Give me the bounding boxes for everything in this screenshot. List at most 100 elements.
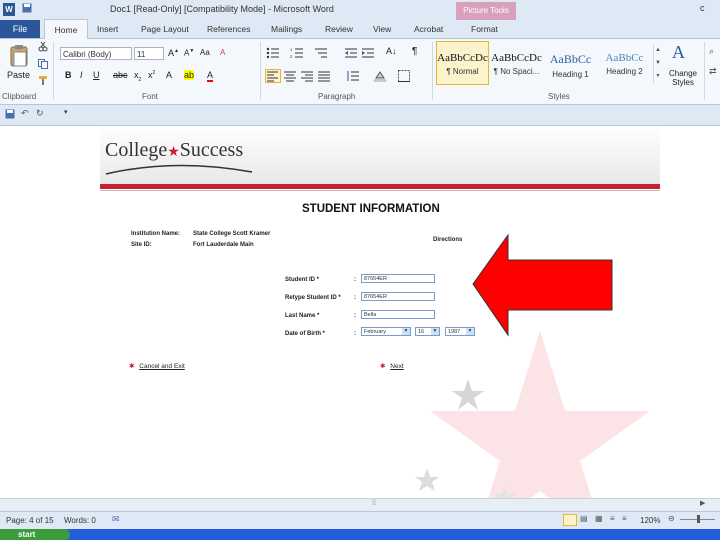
style-normal[interactable]: AaBbCcDc ¶ Normal: [436, 41, 489, 85]
text-effects-icon[interactable]: A: [166, 70, 172, 80]
web-layout-icon[interactable]: ▦: [595, 514, 603, 523]
paste-button[interactable]: Paste: [7, 70, 30, 80]
font-name-dropdown[interactable]: Calibri (Body): [60, 47, 132, 60]
tab-file[interactable]: File: [0, 20, 40, 38]
customize-qat-icon[interactable]: ▾: [64, 108, 68, 116]
zoom-level[interactable]: 120%: [640, 516, 660, 525]
sort-icon[interactable]: A↓: [386, 46, 397, 56]
draft-view-icon[interactable]: ≡: [622, 514, 627, 523]
dob-month-select[interactable]: February ▼: [361, 327, 411, 336]
strikethrough-icon[interactable]: abc: [113, 70, 128, 80]
replace-icon[interactable]: ⇄: [709, 66, 717, 77]
tab-mailings[interactable]: Mailings: [271, 24, 302, 34]
cut-icon[interactable]: [38, 41, 48, 54]
borders-icon[interactable]: [398, 70, 410, 84]
zoom-slider-thumb[interactable]: [697, 515, 700, 523]
font-color-icon[interactable]: A: [207, 70, 214, 82]
copy-icon[interactable]: [38, 59, 48, 71]
show-marks-icon[interactable]: ¶: [412, 46, 417, 57]
word-count[interactable]: Words: 0: [64, 516, 96, 525]
styles-group-label: Styles: [548, 92, 570, 101]
underline-icon[interactable]: U: [93, 70, 100, 80]
horizontal-scrollbar[interactable]: [0, 498, 720, 511]
numbering-icon[interactable]: 12: [290, 47, 304, 61]
proofing-icon[interactable]: ✉: [112, 514, 120, 525]
tab-format[interactable]: Format: [471, 24, 498, 34]
outline-view-icon[interactable]: ≡: [610, 514, 615, 523]
style-name: Heading 2: [606, 67, 643, 76]
taskbar: [0, 529, 720, 540]
dob-day-value: 16: [418, 329, 425, 335]
style-preview: AaBbCcDc: [491, 52, 542, 64]
decrease-indent-icon[interactable]: [345, 47, 357, 61]
window-controls[interactable]: c: [700, 3, 705, 13]
start-button[interactable]: start: [0, 529, 70, 540]
change-styles-icon[interactable]: A: [672, 42, 685, 63]
redo-icon[interactable]: ↻: [36, 108, 44, 119]
institution-value: State College Scott Kramer: [193, 231, 271, 237]
tab-review[interactable]: Review: [325, 24, 353, 34]
word-app-icon[interactable]: W: [3, 3, 15, 16]
tab-home[interactable]: Home: [44, 19, 88, 40]
change-styles-button[interactable]: Change Styles: [664, 69, 702, 87]
dob-month-value: February: [364, 329, 387, 335]
shading-icon[interactable]: [373, 70, 387, 84]
next-link[interactable]: ✱ Next: [380, 362, 404, 370]
find-icon[interactable]: ⌕: [709, 46, 714, 57]
tab-acrobat[interactable]: Acrobat: [414, 24, 443, 34]
highlight-icon[interactable]: ab: [184, 70, 195, 80]
bullets-icon[interactable]: [266, 47, 280, 61]
justify-icon[interactable]: [318, 70, 330, 84]
italic-icon[interactable]: I: [80, 70, 83, 80]
site-label: Site ID:: [131, 242, 152, 248]
dob-label: Date of Birth *: [285, 331, 326, 337]
picture-tools-context: Picture Tools: [456, 2, 516, 20]
dob-year-value: 1987: [448, 329, 461, 335]
subscript-icon[interactable]: x2: [134, 70, 141, 83]
zoom-out-icon[interactable]: ⊖: [668, 514, 675, 523]
full-screen-view-icon[interactable]: ▤: [580, 514, 588, 523]
quick-access-toolbar: [0, 105, 720, 126]
print-layout-icon[interactable]: [563, 514, 577, 526]
align-left-icon[interactable]: [265, 69, 281, 83]
increase-indent-icon[interactable]: [362, 47, 374, 61]
style-preview: AaBbCc: [605, 52, 644, 64]
tab-view[interactable]: View: [373, 24, 391, 34]
undo-icon[interactable]: ↶: [21, 108, 29, 119]
logo-star-icon: ★: [167, 145, 180, 160]
bold-icon[interactable]: B: [65, 70, 72, 80]
shrink-font-icon[interactable]: A▼: [184, 48, 194, 58]
retype-student-id-input[interactable]: 87654ER: [361, 292, 435, 301]
style-name: ¶ No Spaci...: [493, 67, 540, 76]
clear-formatting-icon[interactable]: A: [220, 48, 225, 57]
last-name-input[interactable]: Bella: [361, 310, 435, 319]
align-center-icon[interactable]: [284, 70, 296, 84]
save-icon[interactable]: [5, 109, 15, 121]
directions-link[interactable]: Directions: [433, 237, 462, 243]
tab-references[interactable]: References: [207, 24, 250, 34]
superscript-icon[interactable]: x2: [148, 70, 155, 80]
save-icon[interactable]: [22, 3, 32, 15]
paste-icon[interactable]: [8, 44, 30, 70]
style-heading-2[interactable]: AaBbCc Heading 2: [598, 41, 651, 85]
logo-swoosh: [104, 164, 254, 178]
chevron-down-icon: ▼: [431, 328, 439, 335]
scroll-thumb-grip[interactable]: ⁞⁞: [372, 500, 376, 507]
font-size-dropdown[interactable]: 11: [134, 47, 164, 60]
style-heading-1[interactable]: AaBbCc Heading 1: [544, 41, 597, 85]
student-id-input[interactable]: 87654ER: [361, 274, 435, 283]
cancel-exit-link[interactable]: ✱ Cancel and Exit: [129, 362, 185, 370]
line-spacing-icon[interactable]: [346, 70, 360, 84]
page-indicator[interactable]: Page: 4 of 15: [6, 516, 54, 525]
format-painter-icon[interactable]: [38, 75, 48, 87]
align-right-icon[interactable]: [301, 70, 313, 84]
tab-insert[interactable]: Insert: [97, 24, 118, 34]
change-case-icon[interactable]: Aa: [200, 48, 210, 57]
dob-day-select[interactable]: 16 ▼: [415, 327, 440, 336]
styles-scroll-icon[interactable]: ▲ ▼ ▾: [653, 44, 662, 84]
grow-font-icon[interactable]: A▲: [168, 48, 179, 58]
tab-page-layout[interactable]: Page Layout: [141, 24, 189, 34]
style-no-spacing[interactable]: AaBbCcDc ¶ No Spaci...: [490, 41, 543, 85]
scroll-right-icon[interactable]: ▶: [700, 499, 705, 507]
multilevel-list-icon[interactable]: [314, 47, 328, 61]
